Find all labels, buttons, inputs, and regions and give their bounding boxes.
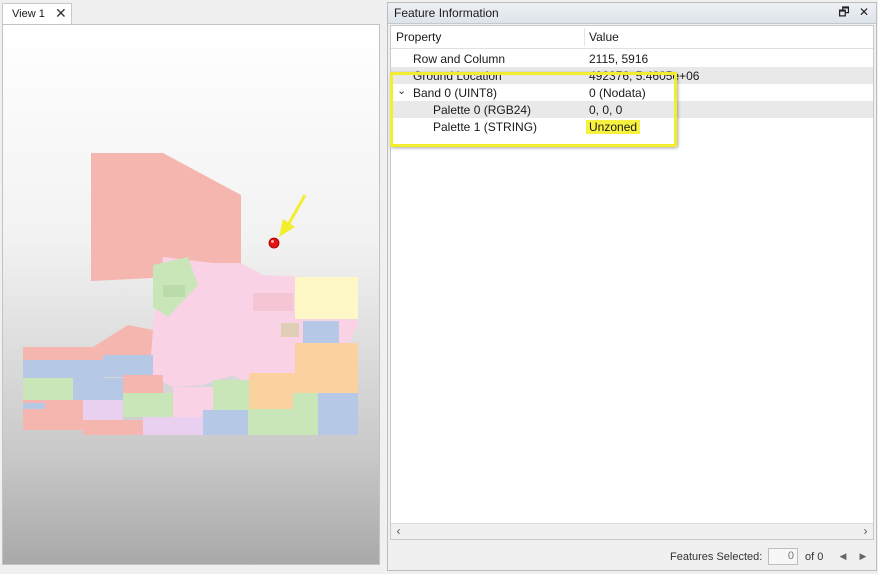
annotation-arrow [285,194,307,228]
close-icon[interactable]: ✕ [55,5,67,22]
scroll-right-icon[interactable]: › [858,524,873,539]
tab-view-1[interactable]: View 1 ✕ [2,3,72,24]
table-header: Property Value [391,26,873,49]
column-divider[interactable] [584,28,585,46]
table-row[interactable]: Row and Column 2115, 5916 [391,50,873,67]
next-icon[interactable]: ▶ [856,549,870,563]
close-icon[interactable]: ✕ [856,4,872,20]
view-tab-bar: View 1 ✕ [0,0,382,24]
features-selected-label: Features Selected: [670,551,763,563]
panel-title: Feature Information [394,6,499,20]
features-selected-field[interactable]: 0 [768,548,798,565]
column-header-property[interactable]: Property [396,30,441,44]
panel-title-bar: Feature Information 🗗 ✕ [388,3,876,24]
map-view[interactable] [2,24,380,565]
highlight-callout [390,72,677,147]
horizontal-scrollbar[interactable]: ‹ › [391,523,873,539]
tab-label: View 1 [12,8,45,20]
column-header-value[interactable]: Value [589,30,619,44]
property-cell: Row and Column [413,52,506,66]
zoning-map [23,153,358,435]
scroll-left-icon[interactable]: ‹ [391,524,406,539]
scrollbar-track[interactable] [407,526,857,536]
previous-icon[interactable]: ◀ [836,549,850,563]
features-total: of 0 [805,551,824,563]
restore-icon[interactable]: 🗗 [836,4,852,20]
value-cell: 2115, 5916 [589,52,649,66]
location-marker [268,237,280,249]
status-bar: Features Selected: 0 of 0 ◀ ▶ [388,544,876,570]
